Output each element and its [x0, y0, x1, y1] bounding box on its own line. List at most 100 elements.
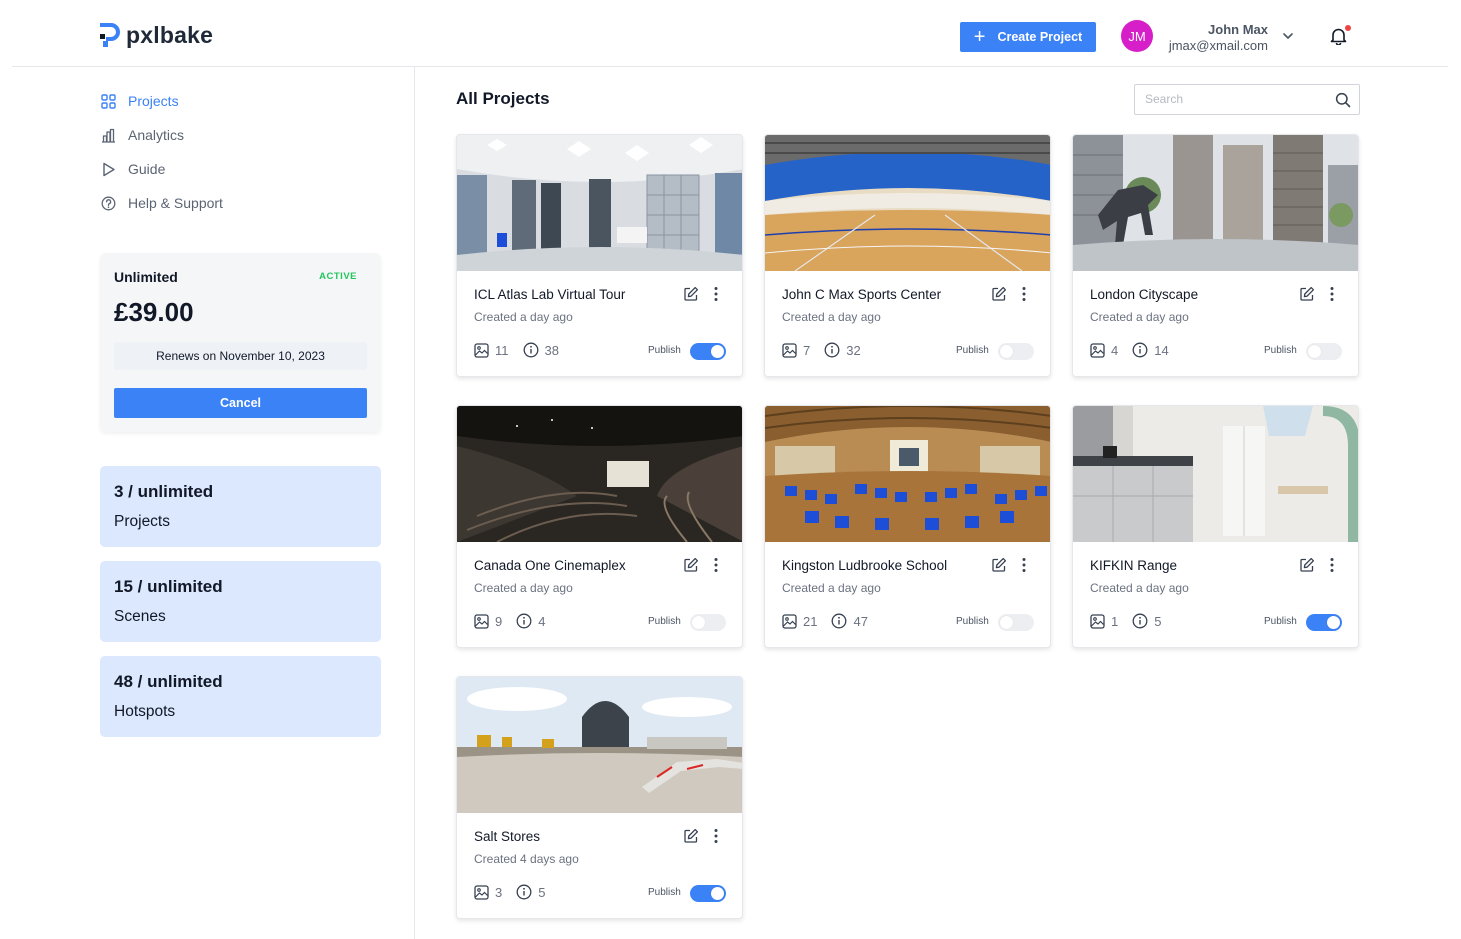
project-thumbnail[interactable] — [1073, 135, 1359, 271]
hotspot-count: 14 — [1132, 342, 1169, 358]
stat-value: 3 / unlimited — [114, 482, 214, 501]
publish-toggle[interactable] — [690, 343, 726, 360]
scene-count-value: 9 — [495, 613, 503, 629]
search-icon[interactable] — [1335, 92, 1351, 108]
project-created: Created a day ago — [782, 310, 881, 324]
project-thumbnail[interactable] — [457, 677, 743, 813]
hotspot-count-value: 4 — [538, 613, 546, 629]
project-created: Created a day ago — [474, 310, 573, 324]
project-thumbnail[interactable] — [457, 135, 743, 271]
stat-card-projects: 3 / unlimited Projects — [100, 466, 381, 547]
project-title[interactable]: Salt Stores — [474, 829, 540, 844]
more-vertical-icon[interactable] — [1021, 286, 1027, 302]
cancel-subscription-button[interactable]: Cancel — [114, 388, 367, 418]
project-title[interactable]: John C Max Sports Center — [782, 287, 941, 302]
publish-label: Publish — [956, 345, 989, 356]
project-card[interactable]: Kingston Ludbrooke School Created a day … — [764, 405, 1051, 648]
project-card[interactable]: Salt Stores Created 4 days ago 3 5 Publi… — [456, 676, 743, 919]
project-title[interactable]: ICL Atlas Lab Virtual Tour — [474, 287, 625, 302]
scene-count-value: 11 — [495, 342, 509, 358]
sidebar-item-label: Projects — [128, 93, 179, 109]
stat-label: Scenes — [114, 608, 166, 625]
stat-value: 15 / unlimited — [114, 577, 223, 596]
publish-toggle[interactable] — [998, 614, 1034, 631]
stat-label: Hotspots — [114, 703, 176, 720]
scene-count: 11 — [474, 343, 509, 358]
image-icon — [1090, 613, 1105, 629]
hotspot-count: 38 — [523, 342, 559, 358]
info-icon — [1132, 342, 1148, 358]
publish-label: Publish — [1264, 616, 1297, 627]
scene-count: 7 — [782, 343, 810, 358]
more-vertical-icon[interactable] — [1329, 286, 1335, 302]
more-vertical-icon[interactable] — [1329, 557, 1335, 573]
search-box — [1134, 84, 1360, 115]
edit-icon[interactable] — [991, 557, 1007, 573]
more-vertical-icon[interactable] — [1021, 557, 1027, 573]
project-thumbnail[interactable] — [457, 406, 743, 542]
project-card[interactable]: Canada One Cinemaplex Created a day ago … — [456, 405, 743, 648]
user-info[interactable]: John Max jmax@xmail.com — [1160, 22, 1268, 53]
publish-toggle[interactable] — [690, 885, 726, 902]
project-stats: 9 4 — [474, 613, 559, 629]
sidebar-item-guide[interactable]: Guide — [101, 152, 223, 186]
scene-count: 9 — [474, 614, 502, 629]
more-vertical-icon[interactable] — [713, 828, 719, 844]
project-stats: 1 5 — [1090, 613, 1175, 629]
edit-icon[interactable] — [683, 828, 699, 844]
project-title[interactable]: Canada One Cinemaplex — [474, 558, 626, 573]
project-title[interactable]: KIFKIN Range — [1090, 558, 1177, 573]
scene-count-value: 7 — [803, 342, 811, 358]
info-icon — [824, 342, 840, 358]
info-icon — [1132, 613, 1148, 629]
more-vertical-icon[interactable] — [713, 557, 719, 573]
project-card[interactable]: KIFKIN Range Created a day ago 1 5 Publi… — [1072, 405, 1359, 648]
publish-label: Publish — [956, 616, 989, 627]
edit-icon[interactable] — [1299, 557, 1315, 573]
search-input[interactable] — [1145, 92, 1325, 106]
toggle-knob — [711, 345, 724, 358]
project-card[interactable]: ICL Atlas Lab Virtual Tour Created a day… — [456, 134, 743, 377]
stat-label: Projects — [114, 513, 170, 530]
publish-toggle[interactable] — [998, 343, 1034, 360]
help-circle-icon — [101, 196, 116, 210]
edit-icon[interactable] — [991, 286, 1007, 302]
page-title: All Projects — [456, 89, 550, 108]
scene-count: 21 — [782, 614, 817, 629]
project-thumbnail[interactable] — [765, 406, 1051, 542]
plan-renewal-date: Renews on November 10, 2023 — [114, 342, 367, 370]
project-card[interactable]: John C Max Sports Center Created a day a… — [764, 134, 1051, 377]
create-project-button[interactable]: + Create Project — [960, 22, 1096, 52]
publish-toggle[interactable] — [1306, 343, 1342, 360]
avatar[interactable]: JM — [1121, 20, 1153, 52]
chevron-down-icon[interactable] — [1281, 29, 1295, 43]
bell-icon[interactable] — [1330, 27, 1347, 45]
hotspot-count-value: 14 — [1154, 342, 1169, 358]
hotspot-count: 47 — [831, 613, 868, 629]
project-thumbnail[interactable] — [1073, 406, 1359, 542]
hotspot-count: 5 — [516, 884, 545, 900]
project-title[interactable]: Kingston Ludbrooke School — [782, 558, 947, 573]
project-title[interactable]: London Cityscape — [1090, 287, 1198, 302]
publish-label: Publish — [648, 887, 681, 898]
project-card[interactable]: London Cityscape Created a day ago 4 14 … — [1072, 134, 1359, 377]
plan-price: £39.00 — [114, 297, 194, 327]
logo[interactable]: pxlbake — [100, 22, 213, 49]
project-stats: 11 38 — [474, 342, 573, 358]
toggle-knob — [692, 616, 705, 629]
sidebar-item-analytics[interactable]: Analytics — [101, 118, 223, 152]
more-vertical-icon[interactable] — [713, 286, 719, 302]
edit-icon[interactable] — [683, 557, 699, 573]
publish-toggle[interactable] — [690, 614, 726, 631]
sidebar-item-help-support[interactable]: Help & Support — [101, 186, 223, 220]
sidebar-item-projects[interactable]: Projects — [101, 84, 223, 118]
publish-toggle[interactable] — [1306, 614, 1342, 631]
sidebar-item-label: Help & Support — [128, 195, 223, 211]
hotspot-count: 5 — [1132, 613, 1161, 629]
toggle-knob — [1308, 345, 1321, 358]
project-thumbnail[interactable] — [765, 135, 1051, 271]
project-created: Created a day ago — [1090, 310, 1189, 324]
edit-icon[interactable] — [1299, 286, 1315, 302]
plus-icon: + — [973, 26, 986, 48]
edit-icon[interactable] — [683, 286, 699, 302]
